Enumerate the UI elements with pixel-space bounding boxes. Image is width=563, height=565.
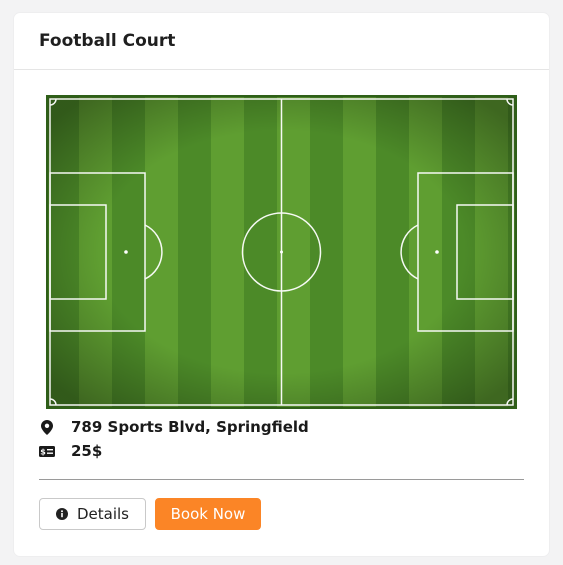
details-button-label: Details <box>76 505 129 523</box>
card-title: Football Court <box>39 31 176 51</box>
location-pin-icon <box>39 419 55 435</box>
money-bill-icon: $ <box>39 443 55 459</box>
price-row: $ 25$ <box>39 442 102 460</box>
book-now-button[interactable]: Book Now <box>155 498 261 530</box>
details-button[interactable]: Details <box>39 498 146 530</box>
svg-text:$: $ <box>40 447 46 456</box>
book-now-button-label: Book Now <box>170 505 246 523</box>
divider <box>39 479 524 480</box>
football-pitch-image <box>46 95 517 409</box>
info-circle-icon <box>55 508 68 520</box>
court-image <box>46 95 517 409</box>
court-price: 25$ <box>71 442 103 460</box>
address-row: 789 Sports Blvd, Springfield <box>39 418 309 436</box>
card-header: Football Court <box>14 13 549 70</box>
court-card: Football Court 789 Sports Blvd, Springfi… <box>14 13 549 556</box>
court-address: 789 Sports Blvd, Springfield <box>71 418 309 436</box>
